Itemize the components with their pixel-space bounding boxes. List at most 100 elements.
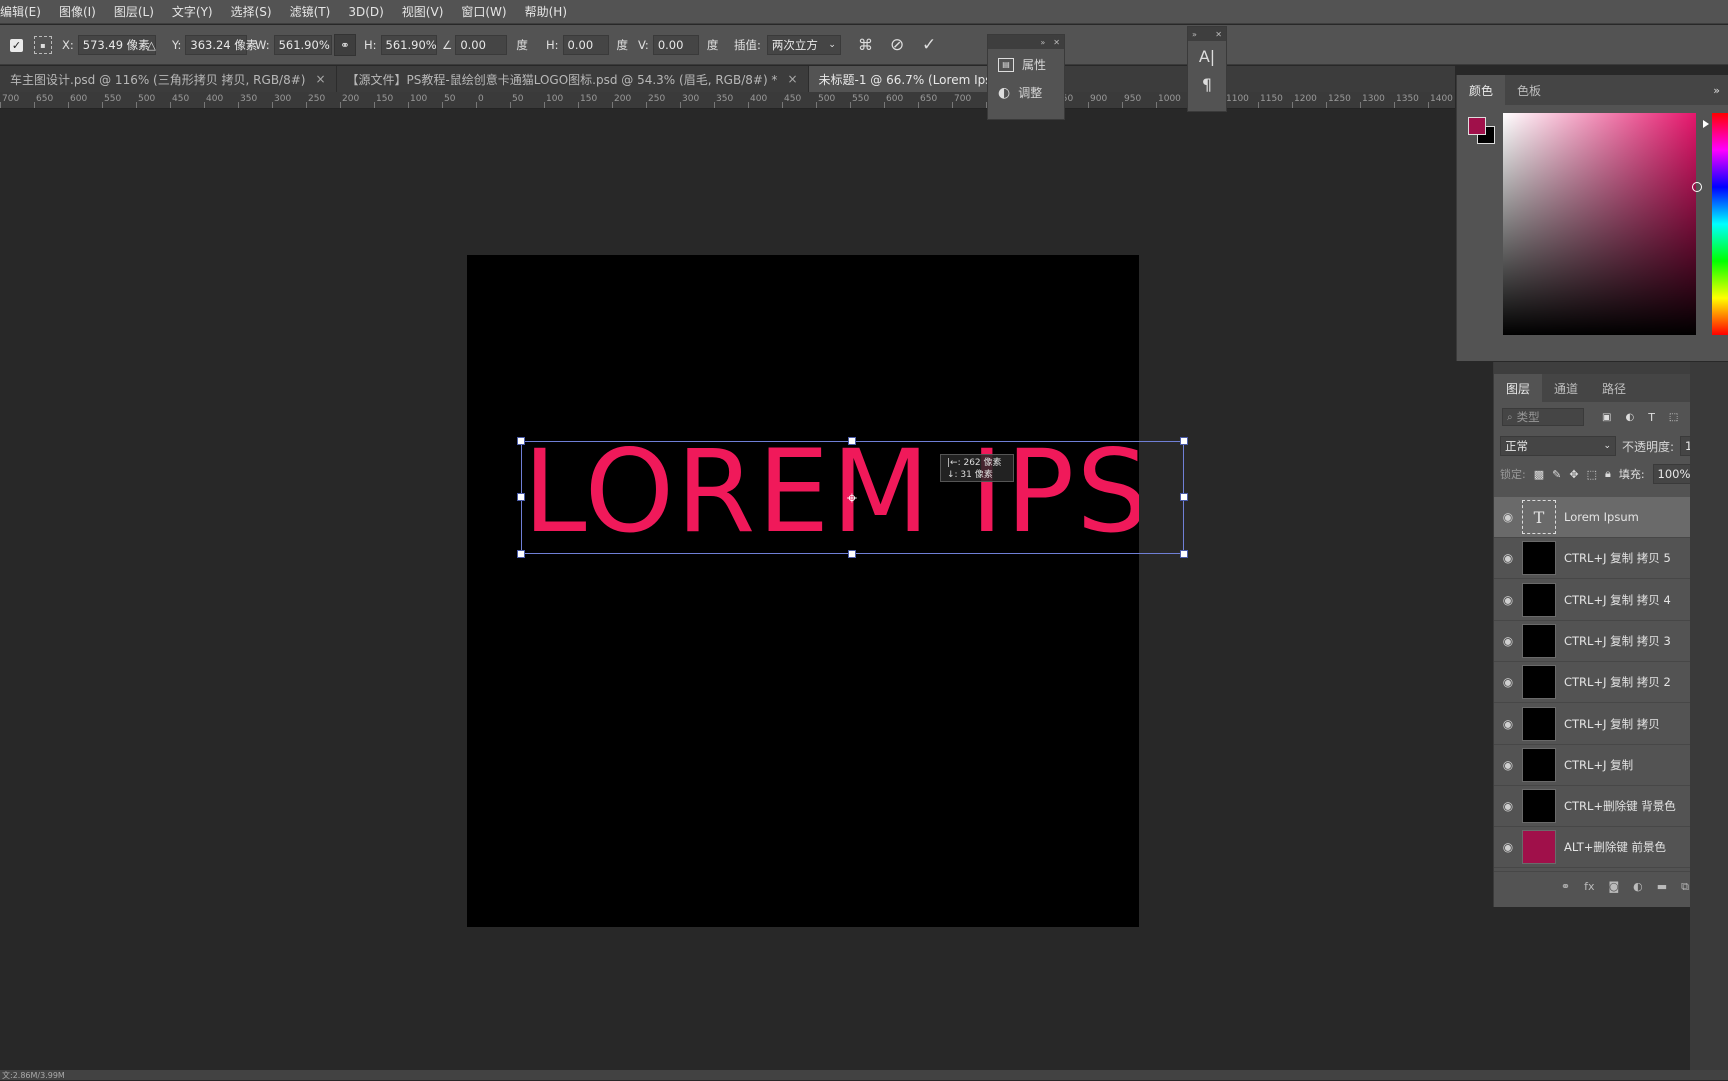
height-field[interactable]: 561.90% (380, 35, 437, 55)
visibility-eye-icon[interactable]: ◉ (1494, 634, 1522, 648)
ruler-tick-mark (680, 102, 681, 108)
layer-thumbnail[interactable] (1522, 789, 1556, 824)
filter-adjustment-icon[interactable]: ◐ (1625, 412, 1634, 423)
filter-pixel-icon[interactable]: ▣ (1602, 412, 1611, 423)
layer-thumbnail[interactable] (1522, 541, 1556, 576)
y-field[interactable]: 363.24 像素 (185, 35, 257, 55)
color-picker-cursor[interactable] (1692, 182, 1702, 192)
tab-swatches[interactable]: 色板 (1505, 75, 1553, 105)
visibility-eye-icon[interactable]: ◉ (1494, 510, 1522, 524)
width-field[interactable]: 561.90% (273, 35, 332, 55)
new-group-icon[interactable]: ▬ (1657, 880, 1667, 893)
layer-thumbnail[interactable] (1522, 582, 1556, 617)
close-icon[interactable]: × (787, 72, 797, 86)
tab-channels[interactable]: 通道 (1542, 374, 1590, 402)
fx-icon[interactable]: fx (1584, 880, 1594, 893)
menu-edit[interactable]: 编辑(E) (0, 3, 50, 20)
menu-help[interactable]: 帮助(H) (516, 3, 576, 20)
visibility-eye-icon[interactable]: ◉ (1494, 799, 1522, 813)
text-layer-thumbnail[interactable]: T (1522, 500, 1556, 534)
layer-thumbnail[interactable] (1522, 706, 1556, 741)
hue-slider-thumb[interactable] (1703, 120, 1709, 128)
layer-thumbnail[interactable] (1522, 830, 1556, 865)
menu-3d[interactable]: 3D(D) (339, 5, 392, 19)
x-field[interactable]: 573.49 像素 (77, 35, 156, 55)
close-icon[interactable]: × (315, 72, 325, 86)
tab-document-1[interactable]: 车主图设计.psd @ 116% (三角形拷贝 拷贝, RGB/8#) × (0, 66, 337, 92)
lock-artboard-icon[interactable]: ⬚ (1587, 468, 1597, 481)
color-field[interactable] (1503, 113, 1702, 335)
hue-slider[interactable] (1712, 113, 1728, 335)
menu-filter[interactable]: 滤镜(T) (281, 3, 340, 20)
menu-type[interactable]: 文字(Y) (163, 3, 222, 20)
visibility-eye-icon[interactable]: ◉ (1494, 593, 1522, 607)
transform-handle[interactable] (848, 437, 856, 445)
transform-handle[interactable] (517, 550, 525, 558)
tab-color[interactable]: 颜色 (1457, 75, 1506, 105)
transform-handle[interactable] (848, 550, 856, 558)
tab-document-2[interactable]: 【源文件】PS教程-鼠绘创意卡通猫LOGO图标.psd @ 54.3% (眉毛,… (337, 66, 809, 92)
menu-image[interactable]: 图像(I) (50, 3, 105, 20)
properties-item[interactable]: ▤ 属性 (988, 49, 1064, 80)
warp-icon[interactable]: ⌘ (858, 36, 873, 54)
checkbox-icon[interactable]: ✓ (10, 38, 23, 52)
hskew-field[interactable]: 0.00 (562, 35, 609, 55)
close-icon[interactable]: ✕ (1053, 38, 1060, 47)
paragraph-icon[interactable]: ¶ (1188, 71, 1226, 97)
reference-point-icon[interactable]: ▪ (34, 36, 52, 54)
layer-thumbnail[interactable] (1522, 665, 1556, 700)
collapse-icon[interactable]: » (1040, 38, 1045, 47)
delta-icon[interactable]: △ (147, 38, 156, 52)
lock-pixels-icon[interactable]: ✎ (1552, 468, 1561, 481)
layer-thumbnail[interactable] (1522, 623, 1556, 658)
collapse-icon[interactable]: » (1713, 84, 1728, 97)
ruler-tick-label: 350 (716, 94, 734, 104)
link-layers-icon[interactable]: ⚭ (1561, 880, 1570, 893)
collapse-icon[interactable]: » (1192, 30, 1197, 39)
transform-bounding-box[interactable]: ⌖ (517, 437, 1188, 558)
visibility-eye-icon[interactable]: ◉ (1494, 675, 1522, 689)
lock-position-icon[interactable]: ✥ (1569, 468, 1578, 481)
visibility-eye-icon[interactable]: ◉ (1494, 758, 1522, 772)
panel-scrollbar[interactable] (1690, 362, 1728, 1070)
blend-mode-select[interactable]: 正常 ⌄ (1500, 436, 1616, 456)
visibility-eye-icon[interactable]: ◉ (1494, 717, 1522, 731)
interpolation-select[interactable]: 两次立方 ⌄ (766, 35, 841, 55)
visibility-eye-icon[interactable]: ◉ (1494, 840, 1522, 854)
layer-filter-select[interactable]: ⌕ 类型 (1502, 408, 1584, 426)
transform-handle[interactable] (1180, 437, 1188, 445)
transform-handle[interactable] (1180, 493, 1188, 501)
menu-layer[interactable]: 图层(L) (105, 3, 163, 20)
new-layer-icon[interactable]: ⧉ (1681, 880, 1689, 894)
lock-all-icon[interactable]: 🔒︎ (1605, 467, 1611, 481)
menu-view[interactable]: 视图(V) (393, 3, 453, 20)
new-adjustment-icon[interactable]: ◐ (1633, 880, 1643, 893)
link-icon[interactable]: ⚭ (334, 34, 356, 56)
ruler-tick-label: 1250 (1328, 94, 1351, 104)
foreground-color-swatch[interactable] (1468, 117, 1486, 135)
cancel-icon[interactable]: ⊘ (890, 35, 904, 55)
filter-shape-icon[interactable]: ⬚ (1669, 412, 1678, 423)
adjustments-item[interactable]: ◐ 调整 (988, 80, 1064, 105)
tab-layers[interactable]: 图层 (1494, 374, 1543, 402)
transform-handle[interactable] (1180, 550, 1188, 558)
document-canvas[interactable]: LOREM IPSUM (467, 255, 1139, 927)
angle-field[interactable]: 0.00 (455, 35, 508, 55)
lock-transparent-icon[interactable]: ▩ (1534, 468, 1544, 481)
crosshair-icon[interactable]: ⌖ (842, 488, 862, 509)
tab-paths[interactable]: 路径 (1590, 374, 1638, 402)
transform-handle[interactable] (517, 493, 525, 501)
transform-handle[interactable] (517, 437, 525, 445)
filter-type-icon[interactable]: T (1648, 411, 1655, 424)
vskew-field[interactable]: 0.00 (652, 35, 699, 55)
layer-thumbnail[interactable] (1522, 747, 1556, 782)
menu-window[interactable]: 窗口(W) (452, 3, 515, 20)
visibility-eye-icon[interactable]: ◉ (1494, 551, 1522, 565)
horizontal-ruler[interactable]: 700 650 600 550 500 450 400 350 300 250 200 150 100 5… (0, 92, 1455, 109)
fill-field[interactable]: 100% (1652, 464, 1693, 484)
close-icon[interactable]: ✕ (1215, 30, 1222, 39)
commit-icon[interactable]: ✓ (922, 35, 936, 55)
character-icon[interactable]: A| (1188, 41, 1226, 71)
menu-select[interactable]: 选择(S) (222, 3, 281, 20)
add-mask-icon[interactable]: ◙ (1608, 880, 1619, 893)
